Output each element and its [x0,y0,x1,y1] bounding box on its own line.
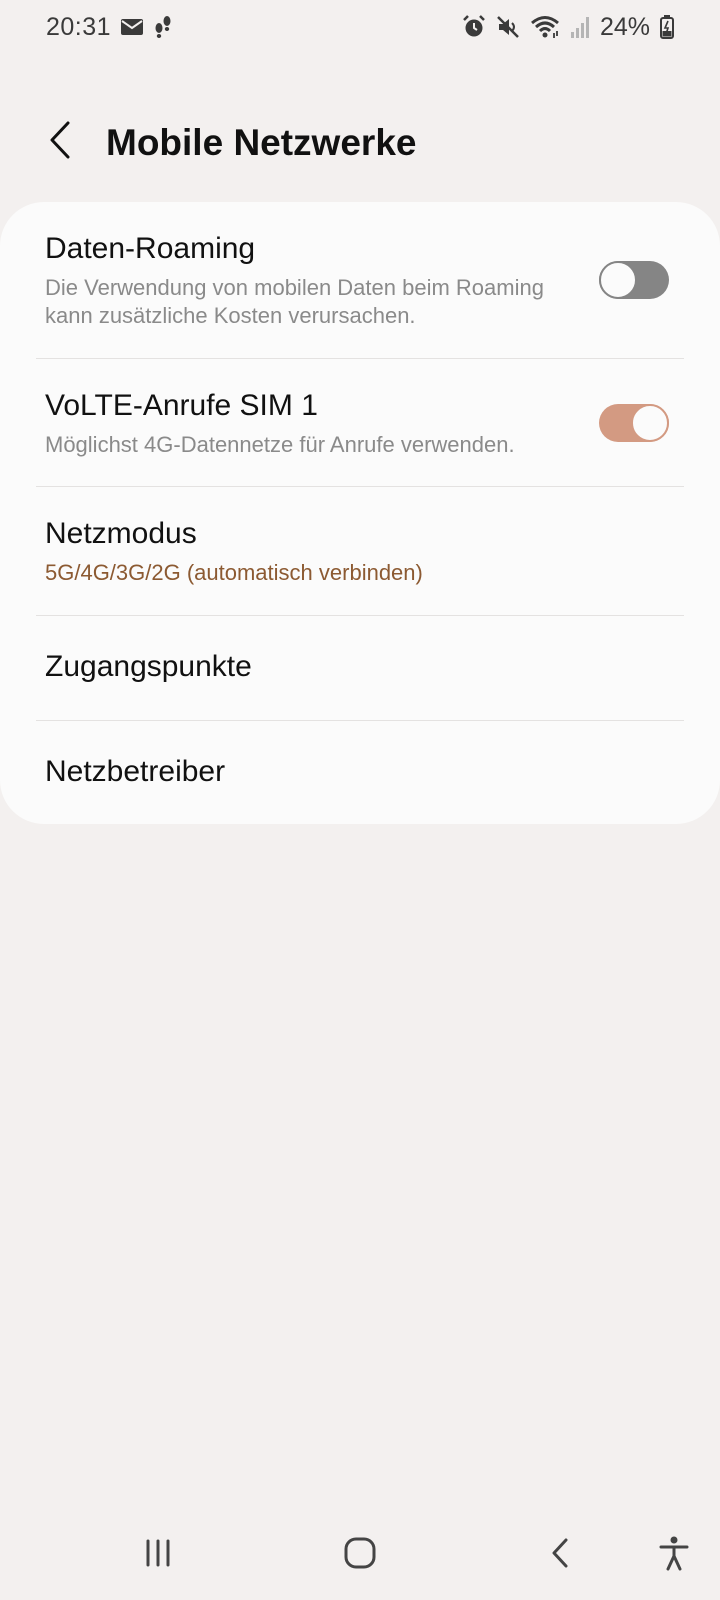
back-icon [549,1537,571,1574]
home-button[interactable] [332,1530,388,1580]
battery-percent: 24% [599,12,650,41]
volte-toggle[interactable] [599,404,669,442]
mute-icon [496,15,520,39]
setting-subtitle: Möglichst 4G-Datennetze für Anrufe verwe… [45,432,515,457]
home-icon [343,1536,377,1575]
setting-value: 5G/4G/3G/2G (automatisch verbinden) [45,560,423,585]
setting-network-mode[interactable]: Netzmodus 5G/4G/3G/2G (automatisch verbi… [0,487,720,615]
status-bar-right: 24% [462,13,674,42]
mail-icon [121,19,144,35]
chevron-left-icon [48,121,72,164]
setting-volte-calls[interactable]: VoLTE-Anrufe SIM 1 Möglichst 4G-Datennet… [0,359,720,486]
toggle-knob [631,404,669,442]
wifi-icon [530,15,560,39]
back-button[interactable] [36,118,84,166]
status-time: 20:31 [46,12,112,41]
status-bar: 20:31 24% [0,0,720,54]
recent-apps-button[interactable] [130,1530,186,1580]
screen: 20:31 24% Mobile Netzwerke Daten-Roaming… [0,0,720,1600]
battery-icon [660,15,674,39]
status-bar-left: 20:31 [46,13,173,42]
setting-title: Netzbetreiber [45,755,226,788]
setting-access-points[interactable]: Zugangspunkte [0,616,720,720]
setting-data-roaming[interactable]: Daten-Roaming Die Verwendung von mobilen… [0,202,720,358]
accessibility-button[interactable] [646,1530,702,1580]
toggle-knob [599,261,637,299]
signal-icon [570,16,590,38]
page-title: Mobile Netzwerke [106,122,417,163]
nav-back-button[interactable] [532,1530,588,1580]
data-roaming-toggle[interactable] [599,261,669,299]
app-bar: Mobile Netzwerke [0,100,720,190]
setting-title: Daten-Roaming [45,232,256,265]
setting-title: Netzmodus [45,517,197,550]
accessibility-icon [659,1535,689,1576]
setting-subtitle: Die Verwendung von mobilen Daten beim Ro… [45,275,544,328]
setting-title: VoLTE-Anrufe SIM 1 [45,389,318,422]
setting-network-operators[interactable]: Netzbetreiber [0,721,720,824]
navigation-bar [0,1510,720,1600]
settings-card: Daten-Roaming Die Verwendung von mobilen… [0,202,720,824]
recent-apps-icon [143,1539,173,1572]
setting-title: Zugangspunkte [45,650,252,683]
alarm-icon [462,15,486,39]
footsteps-icon [153,15,173,39]
